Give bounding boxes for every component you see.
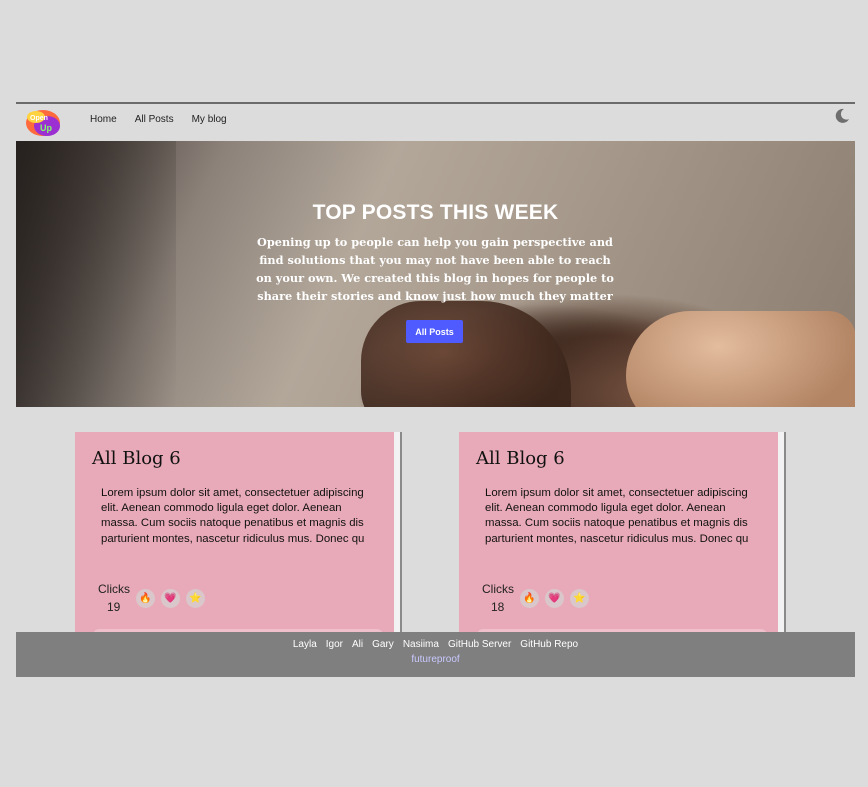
footer-link-igor[interactable]: Igor <box>326 639 343 650</box>
clicks-count: 18 <box>491 600 505 614</box>
app-window: Open Up Home All Posts My blog TOP POSTS… <box>16 102 855 677</box>
logo-text-top: Open <box>30 115 48 122</box>
nav-link-all-posts[interactable]: All Posts <box>135 114 174 125</box>
star-icon[interactable]: ⭐ <box>570 589 589 608</box>
hero-hand-light-image <box>626 311 855 407</box>
footer-brand: futureproof <box>411 654 460 665</box>
footer: Layla Igor Ali Gary Nasiima GitHub Serve… <box>16 632 855 677</box>
card-title: All Blog 6 <box>476 448 565 469</box>
card-body: Lorem ipsum dolor sit amet, consectetuer… <box>101 487 365 545</box>
footer-link-nasiima[interactable]: Nasiima <box>403 639 439 650</box>
clicks-count: 19 <box>107 600 121 614</box>
hero-title: TOP POSTS THIS WEEK <box>312 201 559 224</box>
hero-banner: TOP POSTS THIS WEEK Opening up to people… <box>16 141 855 407</box>
blog-card[interactable]: All Blog 6 Lorem ipsum dolor sit amet, c… <box>75 432 400 643</box>
reactions: 🔥 💗 ⭐ <box>520 589 589 608</box>
hero-shadow-overlay <box>16 141 176 407</box>
footer-link-github-repo[interactable]: GitHub Repo <box>520 639 578 650</box>
logo-text-bottom: Up <box>40 123 52 133</box>
heart-icon[interactable]: 💗 <box>545 589 564 608</box>
footer-link-layla[interactable]: Layla <box>293 639 317 650</box>
all-posts-button[interactable]: All Posts <box>406 320 463 343</box>
footer-links: Layla Igor Ali Gary Nasiima GitHub Serve… <box>16 639 855 650</box>
openup-logo[interactable]: Open Up <box>25 108 61 138</box>
card-body: Lorem ipsum dolor sit amet, consectetuer… <box>485 487 749 545</box>
navbar: Open Up Home All Posts My blog <box>16 104 855 141</box>
nav-links: Home All Posts My blog <box>90 114 227 125</box>
hero-text: Opening up to people can help you gain p… <box>256 235 614 303</box>
fire-icon[interactable]: 🔥 <box>136 589 155 608</box>
footer-link-github-server[interactable]: GitHub Server <box>448 639 511 650</box>
star-icon[interactable]: ⭐ <box>186 589 205 608</box>
footer-link-ali[interactable]: Ali <box>352 639 363 650</box>
nav-link-home[interactable]: Home <box>90 114 117 125</box>
reactions: 🔥 💗 ⭐ <box>136 589 205 608</box>
moon-icon[interactable] <box>833 107 851 125</box>
heart-icon[interactable]: 💗 <box>161 589 180 608</box>
nav-link-my-blog[interactable]: My blog <box>192 114 227 125</box>
footer-link-gary[interactable]: Gary <box>372 639 394 650</box>
hero-hand-dark-image <box>361 301 571 407</box>
fire-icon[interactable]: 🔥 <box>520 589 539 608</box>
clicks-label: Clicks <box>98 582 130 596</box>
blog-card[interactable]: All Blog 6 Lorem ipsum dolor sit amet, c… <box>459 432 784 643</box>
clicks-label: Clicks <box>482 582 514 596</box>
card-title: All Blog 6 <box>92 448 181 469</box>
